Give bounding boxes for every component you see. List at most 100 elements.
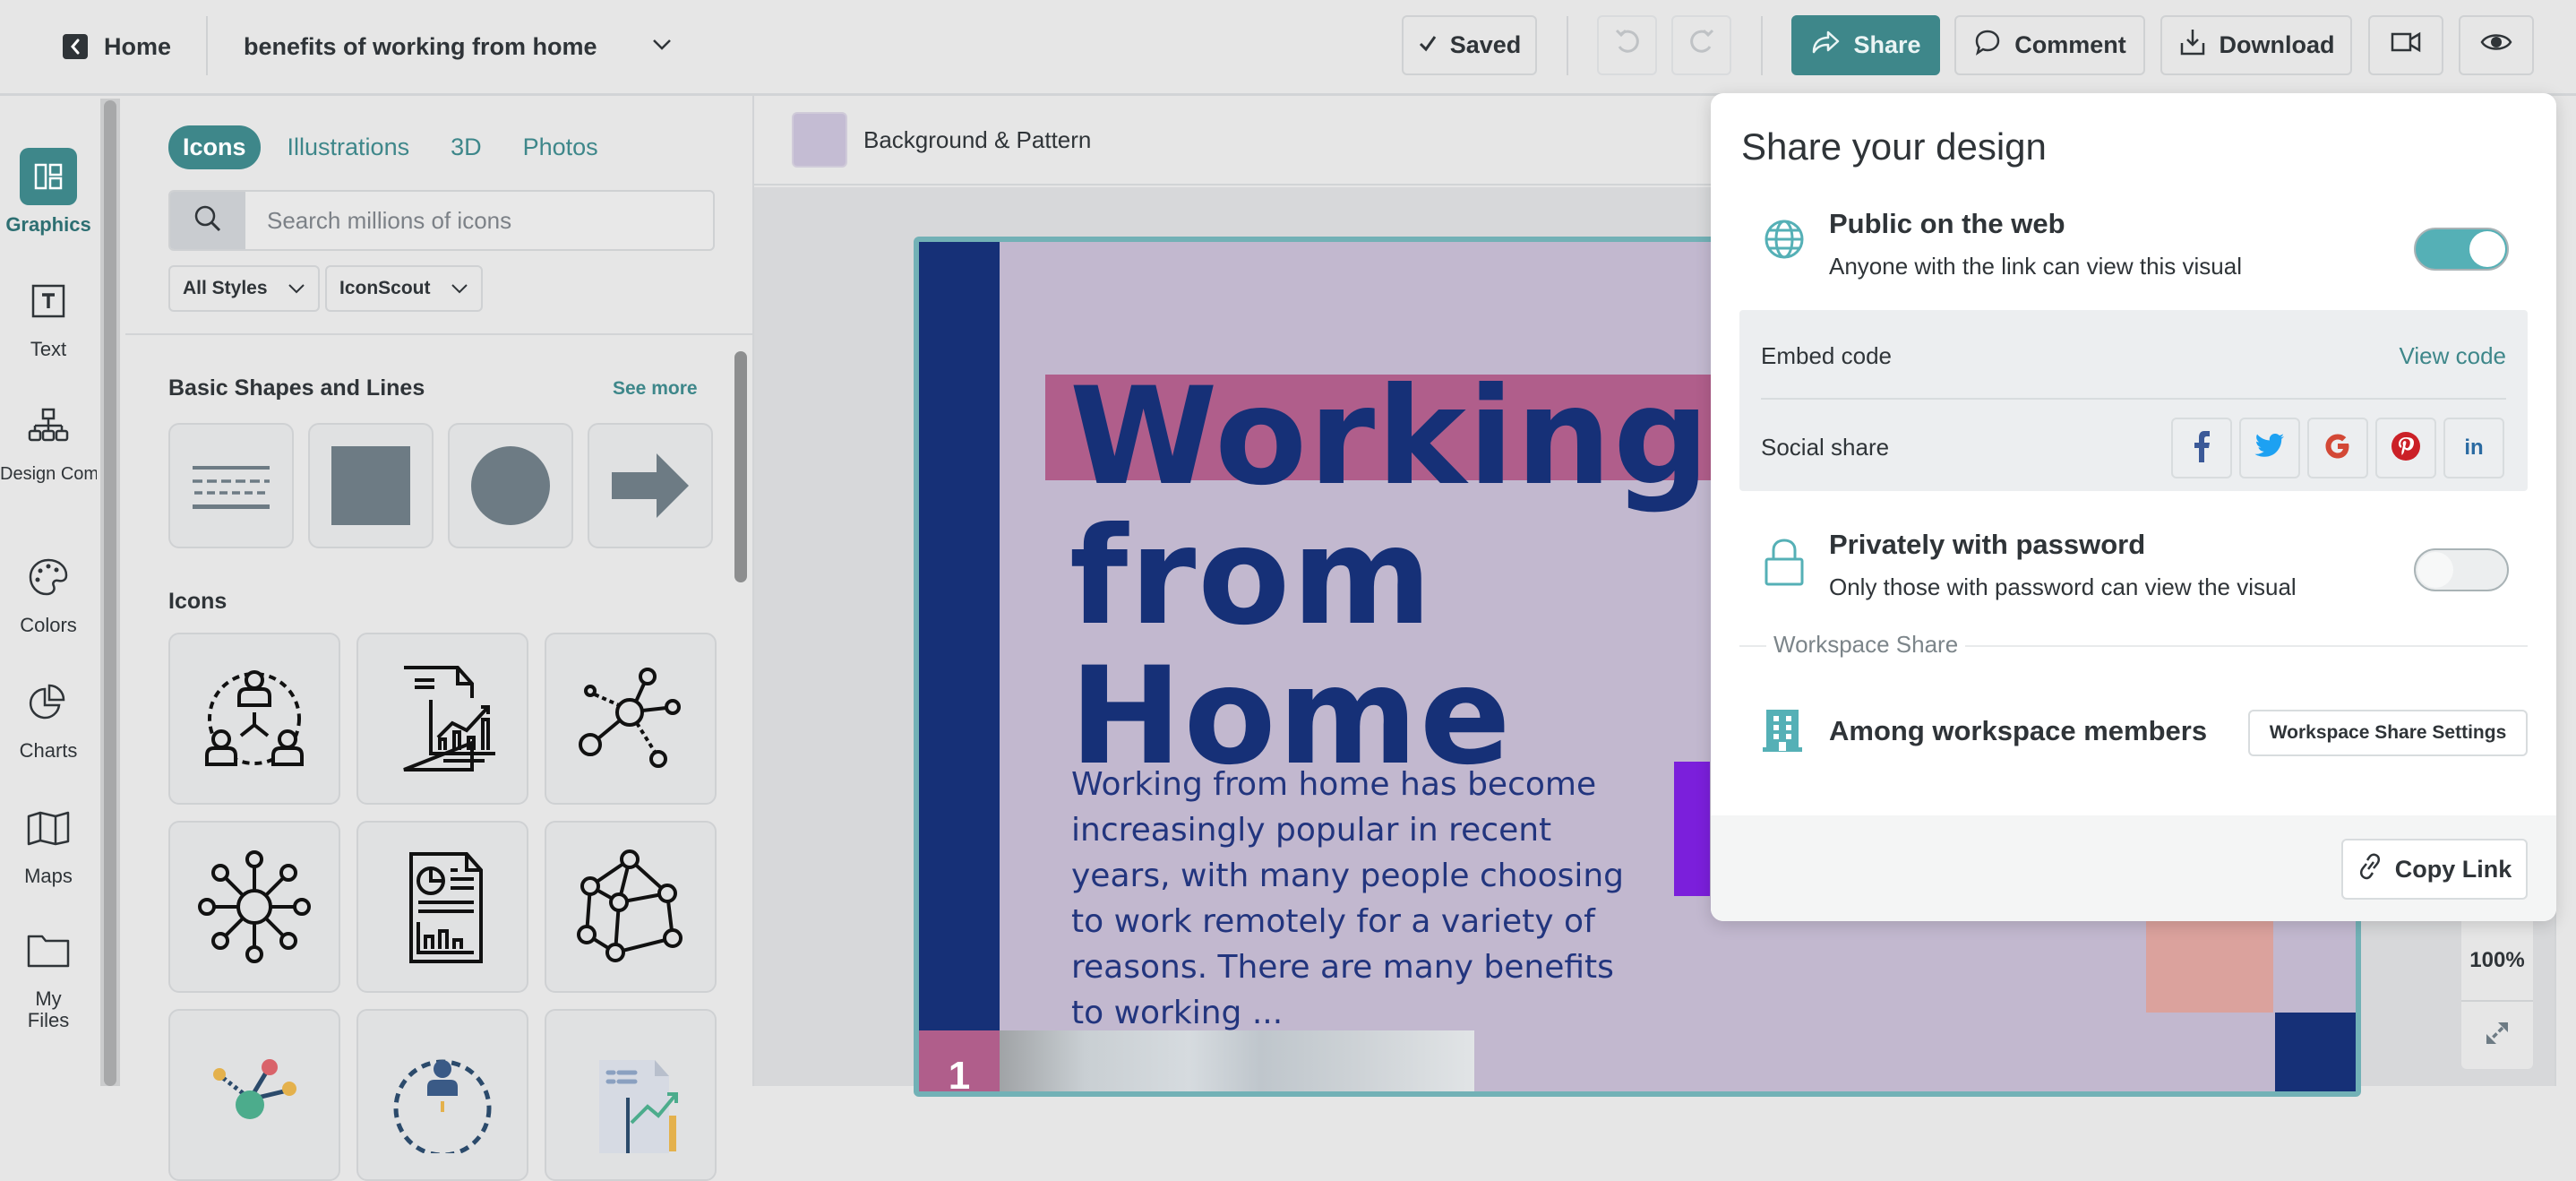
rail-item-colors[interactable]: Colors <box>0 548 97 636</box>
tab-icons[interactable]: Icons <box>168 125 261 169</box>
record-video-button[interactable] <box>2368 15 2443 75</box>
saved-button[interactable]: Saved <box>1402 15 1537 75</box>
private-option-subtitle: Only those with password can view the vi… <box>1829 573 2297 600</box>
preview-button[interactable] <box>2459 15 2534 75</box>
workspace-share-settings-button[interactable]: Workspace Share Settings <box>2248 710 2528 756</box>
twitter-share-button[interactable] <box>2239 418 2300 478</box>
download-button[interactable]: Download <box>2160 15 2352 75</box>
document-title-dropdown[interactable]: benefits of working from home <box>244 29 673 65</box>
view-code-link[interactable]: View code <box>2400 342 2507 370</box>
panel-scrollbar[interactable] <box>734 351 747 582</box>
rail-item-charts[interactable]: Charts <box>0 674 97 762</box>
icon-tile[interactable] <box>545 1009 717 1181</box>
globe-icon <box>1763 217 1806 266</box>
share-button[interactable]: Share <box>1791 15 1940 75</box>
background-pattern-button[interactable]: Background & Pattern <box>863 126 1091 154</box>
top-bar: Home benefits of working from home Saved… <box>0 0 2576 96</box>
chevron-down-icon <box>451 278 468 299</box>
folder-icon <box>20 922 77 979</box>
icons-section-title: Icons <box>168 589 228 614</box>
toggle-knob <box>2469 231 2505 267</box>
graphics-panel: Icons Illustrations 3D Photos All Styles… <box>125 96 754 1181</box>
iconscout-dropdown[interactable]: IconScout <box>325 265 483 312</box>
twitter-icon <box>2254 433 2285 463</box>
rail-scrollbar[interactable] <box>104 100 116 1086</box>
arrow-shape-icon <box>612 453 689 518</box>
color-team-icon <box>393 1059 492 1153</box>
public-toggle[interactable] <box>2414 228 2509 271</box>
tab-3d[interactable]: 3D <box>436 125 496 169</box>
shape-arrow-tile[interactable] <box>588 423 713 548</box>
see-more-link[interactable]: See more <box>613 378 698 400</box>
right-panel-edge <box>2555 143 2576 1086</box>
divider <box>206 16 208 75</box>
search-button[interactable] <box>170 192 245 249</box>
saved-label: Saved <box>1449 31 1522 58</box>
chevron-down-icon <box>651 38 673 56</box>
icon-tile[interactable] <box>545 821 717 993</box>
rail-label: Graphics <box>5 213 91 236</box>
icon-tile[interactable] <box>356 821 528 993</box>
icon-tile[interactable] <box>545 633 717 805</box>
zoom-level[interactable]: 100% <box>2461 948 2533 973</box>
home-button[interactable]: Home <box>63 29 171 65</box>
rail-label: Charts <box>19 739 78 762</box>
filter-label: All Styles <box>183 278 268 298</box>
fit-to-screen-button[interactable] <box>2461 1002 2533 1069</box>
workspace-members-title: Among workspace members <box>1829 715 2208 746</box>
slide-title-line: from <box>1069 499 1434 655</box>
comment-icon <box>1973 28 2002 63</box>
rail-item-my-files[interactable]: My Files <box>0 922 97 1031</box>
icon-tile[interactable] <box>168 1009 340 1181</box>
password-toggle[interactable] <box>2414 548 2509 591</box>
private-option-title: Privately with password <box>1829 529 2146 560</box>
comment-button[interactable]: Comment <box>1954 15 2145 75</box>
rail-item-design-components[interactable]: Design Components <box>0 397 97 485</box>
facebook-share-button[interactable] <box>2171 418 2232 478</box>
slide-photo[interactable] <box>1000 1030 1474 1091</box>
linkedin-share-button[interactable]: in <box>2443 418 2504 478</box>
circle-shape-icon <box>471 446 550 525</box>
slide-page-number: 1 <box>919 1030 1000 1091</box>
shape-lines-tile[interactable] <box>168 423 294 548</box>
public-option-subtitle: Anyone with the link can view this visua… <box>1829 253 2243 280</box>
comment-label: Comment <box>2014 31 2126 58</box>
report-chart-icon <box>403 666 495 772</box>
square-shape-icon <box>331 446 410 525</box>
icon-tile[interactable] <box>356 633 528 805</box>
team-network-icon <box>205 670 304 766</box>
rail-item-maps[interactable]: Maps <box>0 799 97 887</box>
redo-button[interactable] <box>1671 15 1731 75</box>
pinterest-share-button[interactable] <box>2375 418 2436 478</box>
icon-tile[interactable] <box>168 633 340 805</box>
divider <box>1761 398 2506 400</box>
copy-link-button[interactable]: Copy Link <box>2341 839 2528 900</box>
public-option-title: Public on the web <box>1829 208 2065 239</box>
icon-tile[interactable] <box>168 821 340 993</box>
icon-tile[interactable] <box>356 1009 528 1181</box>
slide-title[interactable]: Working from Home <box>1069 367 1711 787</box>
undo-button[interactable] <box>1597 15 1657 75</box>
rail-item-graphics[interactable]: Graphics <box>0 148 97 236</box>
pie-chart-icon <box>20 674 77 731</box>
color-network-icon <box>213 1059 296 1119</box>
embed-code-label: Embed code <box>1761 342 1892 369</box>
background-color-swatch[interactable] <box>792 112 847 168</box>
slide-body-text[interactable]: Working from home has become increasingl… <box>1071 762 1644 1036</box>
shape-circle-tile[interactable] <box>448 423 573 548</box>
shape-square-tile[interactable] <box>308 423 434 548</box>
share-label: Share <box>1853 31 1921 58</box>
linkedin-icon: in <box>2464 435 2484 460</box>
rail-item-text[interactable]: Text <box>0 272 97 360</box>
hub-network-icon <box>198 850 311 963</box>
google-share-button[interactable] <box>2307 418 2368 478</box>
all-styles-dropdown[interactable]: All Styles <box>168 265 320 312</box>
rail-label: Colors <box>20 614 77 636</box>
eye-icon <box>2480 30 2512 60</box>
link-icon <box>2357 853 2383 886</box>
toggle-knob <box>2417 552 2453 588</box>
tab-photos[interactable]: Photos <box>509 125 613 169</box>
slide-purple-accent <box>1674 762 1710 896</box>
icon-search-input[interactable] <box>245 192 713 249</box>
tab-illustrations[interactable]: Illustrations <box>273 125 425 169</box>
